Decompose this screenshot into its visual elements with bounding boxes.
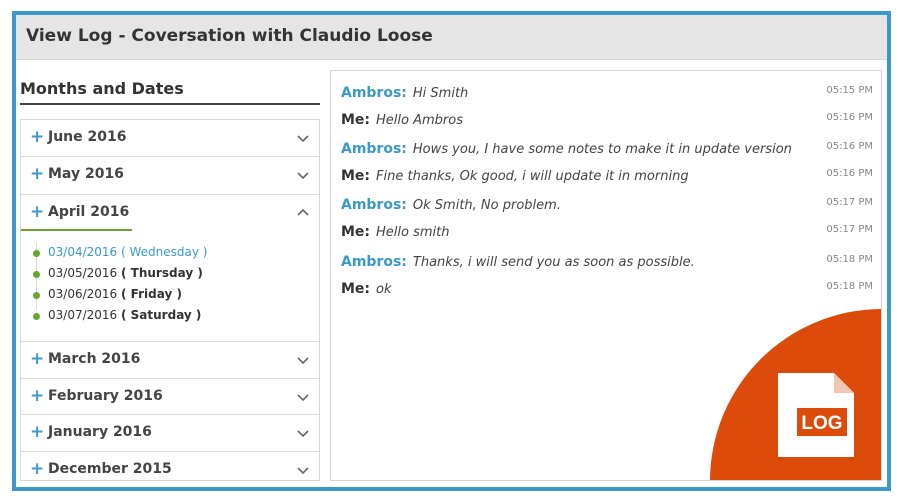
chevron-down-icon[interactable]: [297, 464, 309, 476]
log-badge: LOG: [710, 309, 881, 480]
plus-icon: +: [30, 386, 45, 406]
message-text: Hello Ambros: [376, 113, 463, 128]
message-time: 05:18 PM: [826, 281, 873, 292]
plus-icon: +: [30, 349, 45, 369]
date-item[interactable]: 03/04/2016 ( Wednesday ): [33, 245, 208, 259]
message-sender: Ambros:: [341, 141, 407, 157]
month-label: December 2015: [48, 461, 172, 477]
month-header[interactable]: + March 2016: [21, 342, 319, 378]
message-time: 05:16 PM: [826, 112, 873, 123]
month-item-december-2015[interactable]: + December 2015: [21, 452, 319, 488]
message-text: Fine thanks, Ok good, i will update it i…: [376, 169, 689, 184]
tree-dot: [33, 271, 40, 278]
message-sender: Me:: [341, 168, 371, 184]
conversation-panel: Ambros: Hi Smith 05:15 PM Me: Hello Ambros…: [330, 70, 882, 481]
chat-message: Me: ok 05:18 PM: [341, 278, 873, 300]
tree-dot: [33, 292, 40, 299]
month-label: May 2016: [48, 166, 124, 182]
date-item[interactable]: 03/06/2016 ( Friday ): [33, 287, 182, 301]
date-day: ( Thursday ): [121, 266, 203, 280]
window-title: View Log - Coversation with Claudio Loos…: [26, 26, 433, 46]
message-time: 05:16 PM: [826, 168, 873, 179]
chat-message: Me: Hello Ambros 05:16 PM: [341, 109, 873, 131]
month-header[interactable]: + January 2016: [21, 415, 319, 451]
message-time: 05:16 PM: [826, 141, 873, 152]
chat-message: Me: Hello smith 05:17 PM: [341, 221, 873, 243]
log-window: View Log - Coversation with Claudio Loos…: [12, 11, 891, 491]
message-sender: Me:: [341, 112, 371, 128]
message-sender: Me:: [341, 281, 371, 297]
month-label: January 2016: [48, 424, 152, 440]
message-sender: Me:: [341, 224, 371, 240]
tree-dot: [33, 313, 40, 320]
month-label: April 2016: [48, 204, 130, 220]
message-text: Ok Smith, No problem.: [412, 198, 561, 213]
message-text: Hi Smith: [412, 86, 469, 101]
chat-message: Ambros: Hows you, I have some notes to ma…: [341, 138, 873, 160]
month-label: February 2016: [48, 388, 163, 404]
date-item[interactable]: 03/07/2016 ( Saturday ): [33, 308, 202, 322]
month-list: + June 2016 + May 2016 + April 2016 03/0…: [20, 119, 320, 481]
message-text: ok: [376, 282, 392, 297]
month-item-january-2016[interactable]: + January 2016: [21, 415, 319, 452]
month-header[interactable]: + May 2016: [21, 157, 319, 194]
date-day: ( Wednesday ): [121, 245, 208, 259]
message-sender: Ambros:: [341, 197, 407, 213]
chevron-down-icon[interactable]: [297, 391, 309, 403]
month-label: June 2016: [48, 129, 127, 145]
chevron-down-icon[interactable]: [297, 354, 309, 366]
date-day: ( Friday ): [121, 287, 182, 301]
month-item-march-2016[interactable]: + March 2016: [21, 342, 319, 379]
message-time: 05:18 PM: [826, 254, 873, 265]
log-file-icon: LOG: [778, 373, 854, 457]
plus-icon: +: [30, 422, 45, 442]
month-label: March 2016: [48, 351, 141, 367]
month-header[interactable]: + April 2016: [21, 195, 319, 231]
date-day: ( Saturday ): [121, 308, 202, 322]
chat-message: Me: Fine thanks, Ok good, i will update i…: [341, 165, 873, 187]
sidebar-heading-label: Months and Dates: [20, 79, 184, 98]
title-bar: View Log - Coversation with Claudio Loos…: [16, 15, 887, 60]
chevron-down-icon[interactable]: [297, 427, 309, 439]
month-item-may-2016[interactable]: + May 2016: [21, 157, 319, 195]
date-value: 03/06/2016: [48, 287, 118, 301]
message-sender: Ambros:: [341, 254, 407, 270]
tree-dot: [33, 250, 40, 257]
month-header[interactable]: + June 2016: [21, 120, 319, 156]
chevron-down-icon[interactable]: [297, 169, 309, 181]
chat-message: Ambros: Hi Smith 05:15 PM: [341, 82, 873, 104]
message-time: 05:15 PM: [826, 85, 873, 96]
chat-message: Ambros: Thanks, i will send you as soon a…: [341, 251, 873, 273]
plus-icon: +: [30, 459, 45, 479]
message-sender: Ambros:: [341, 85, 407, 101]
month-item-february-2016[interactable]: + February 2016: [21, 379, 319, 415]
message-time: 05:17 PM: [826, 224, 873, 235]
plus-icon: +: [30, 127, 45, 147]
message-text: Hello smith: [376, 225, 450, 240]
date-item[interactable]: 03/05/2016 ( Thursday ): [33, 266, 203, 280]
chevron-up-icon[interactable]: [297, 207, 309, 219]
plus-icon: +: [30, 164, 45, 184]
message-time: 05:17 PM: [826, 197, 873, 208]
message-text: Thanks, i will send you as soon as possi…: [412, 255, 695, 270]
message-text: Hows you, I have some notes to make it i…: [412, 142, 792, 157]
date-value: 03/05/2016: [48, 266, 118, 280]
sidebar-heading: Months and Dates: [20, 77, 320, 105]
plus-icon: +: [30, 202, 45, 222]
month-header[interactable]: + December 2015: [21, 452, 319, 488]
date-value: 03/07/2016: [48, 308, 118, 322]
date-list: 03/04/2016 ( Wednesday ) 03/05/2016 ( Th…: [21, 231, 319, 341]
chat-message: Ambros: Ok Smith, No problem. 05:17 PM: [341, 194, 873, 216]
month-item-april-2016[interactable]: + April 2016 03/04/2016 ( Wednesday ) 03…: [21, 195, 319, 342]
log-badge-label: LOG: [801, 413, 842, 434]
chevron-down-icon[interactable]: [297, 132, 309, 144]
month-header[interactable]: + February 2016: [21, 379, 319, 414]
date-value: 03/04/2016: [48, 245, 118, 259]
month-item-june-2016[interactable]: + June 2016: [21, 120, 319, 157]
